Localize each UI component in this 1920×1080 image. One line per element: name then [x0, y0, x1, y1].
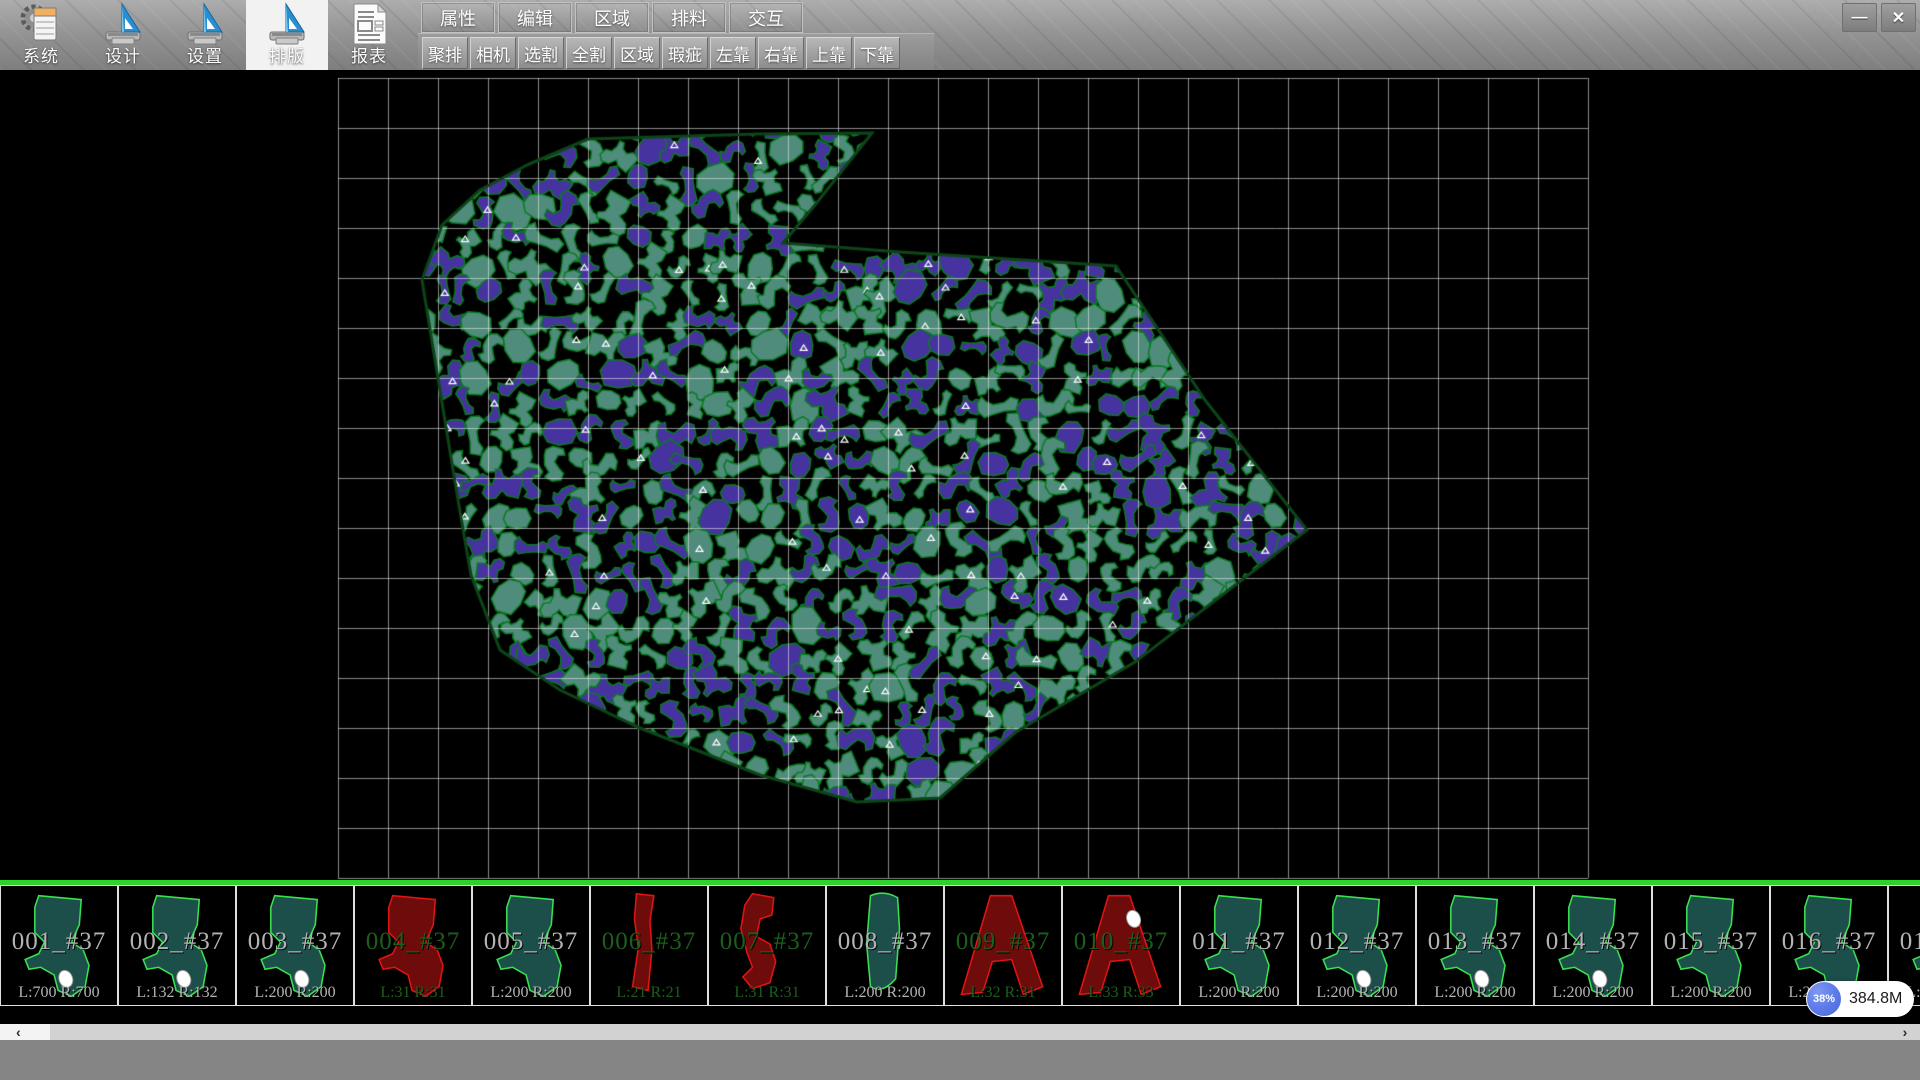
thumbnail-004[interactable]: 004_#37L:31 R:31 — [354, 885, 472, 1006]
piece-shape — [1653, 886, 1769, 1005]
module-label-nesting: 排版 — [269, 46, 305, 68]
thumbnail-list: 001_#37L:700 R:700002_#37L:132 R:132003_… — [0, 885, 1920, 1008]
thumbnail-015[interactable]: 015_#37L:200 R:200 — [1652, 885, 1770, 1006]
bottom-status-bar — [0, 1040, 1920, 1080]
piece-shape — [119, 886, 235, 1005]
module-nesting[interactable]: 排版 — [246, 0, 328, 70]
module-design[interactable]: 设计 — [82, 0, 164, 70]
tool-select-cut[interactable]: 选割 — [518, 37, 564, 69]
module-report[interactable]: 报表 — [328, 0, 410, 70]
menu-properties[interactable]: 属性 — [421, 2, 495, 33]
scroll-right-button[interactable]: › — [1892, 1024, 1918, 1040]
module-settings[interactable]: 设置 — [164, 0, 246, 70]
tool-cut-all[interactable]: 全割 — [566, 37, 612, 69]
menu-region[interactable]: 区域 — [575, 2, 649, 33]
menu-edit[interactable]: 编辑 — [498, 2, 572, 33]
thumbnail-008[interactable]: 008_#37L:200 R:200 — [826, 885, 944, 1006]
thumbnail-001[interactable]: 001_#37L:700 R:700 — [0, 885, 118, 1006]
module-system[interactable]: 系统 — [0, 0, 82, 70]
pieces-thumbnail-strip: 001_#37L:700 R:700002_#37L:132 R:132003_… — [0, 880, 1920, 1010]
thumbnail-009[interactable]: 009_#37L:32 R:31 — [944, 885, 1062, 1006]
menu-interact[interactable]: 交互 — [729, 2, 803, 33]
piece-shape — [709, 886, 825, 1005]
piece-shape — [1417, 886, 1533, 1005]
progress-circle: 38% — [1807, 982, 1841, 1016]
module-label-system: 系统 — [23, 46, 59, 68]
window-controls: — ✕ — [1842, 3, 1916, 32]
memory-status-widget[interactable]: 38% 384.8M — [1806, 981, 1914, 1017]
minimize-button[interactable]: — — [1842, 3, 1877, 32]
menu-bar: 属性编辑区域排料交互 — [421, 2, 803, 32]
tool-camera[interactable]: 相机 — [470, 37, 516, 69]
settings-ruler-icon — [182, 2, 228, 46]
memory-value: 384.8M — [1841, 990, 1914, 1008]
piece-shape — [945, 886, 1061, 1005]
tool-snap-left[interactable]: 左靠 — [710, 37, 756, 69]
tool-snap-right[interactable]: 右靠 — [758, 37, 804, 69]
module-label-report: 报表 — [351, 46, 387, 68]
piece-shape — [827, 886, 943, 1005]
module-label-settings: 设置 — [187, 46, 223, 68]
piece-shape — [1535, 886, 1651, 1005]
thumbnail-005[interactable]: 005_#37L:200 R:200 — [472, 885, 590, 1006]
piece-shape — [1063, 886, 1179, 1005]
piece-shape — [1181, 886, 1297, 1005]
module-label-design: 设计 — [105, 46, 141, 68]
menu-nest[interactable]: 排料 — [652, 2, 726, 33]
horizontal-scrollbar[interactable]: ‹ › — [0, 1024, 1920, 1040]
thumbnail-002[interactable]: 002_#37L:132 R:132 — [118, 885, 236, 1006]
thumbnail-010[interactable]: 010_#37L:33 R:33 — [1062, 885, 1180, 1006]
thumbnail-003[interactable]: 003_#37L:200 R:200 — [236, 885, 354, 1006]
scroll-left-button[interactable]: ‹ — [0, 1024, 50, 1040]
tool-snap-down[interactable]: 下靠 — [854, 37, 900, 69]
thumbnail-011[interactable]: 011_#37L:200 R:200 — [1180, 885, 1298, 1006]
module-bar: 系统 设计 设置 排版 报表 — [0, 0, 410, 70]
close-button[interactable]: ✕ — [1881, 3, 1916, 32]
tool-cluster-nest[interactable]: 聚排 — [422, 37, 468, 69]
report-doc-icon — [346, 2, 392, 46]
piece-shape — [355, 886, 471, 1005]
system-gear-icon — [18, 2, 64, 46]
thumbnail-014[interactable]: 014_#37L:200 R:200 — [1534, 885, 1652, 1006]
main-toolbar: 系统设计设置排版报表 属性编辑区域排料交互 聚排相机选割全割区域瑕疵左靠右靠上靠… — [0, 0, 1920, 71]
piece-shape — [237, 886, 353, 1005]
piece-shape — [473, 886, 589, 1005]
thumbnail-013[interactable]: 013_#37L:200 R:200 — [1416, 885, 1534, 1006]
thumbnail-006[interactable]: 006_#37L:21 R:21 — [590, 885, 708, 1006]
tool-bar: 聚排相机选割全割区域瑕疵左靠右靠上靠下靠 — [422, 37, 900, 69]
tools-strip: 聚排相机选割全割区域瑕疵左靠右靠上靠下靠 — [418, 33, 934, 71]
design-ruler-icon — [100, 2, 146, 46]
thumbnail-007[interactable]: 007_#37L:31 R:31 — [708, 885, 826, 1006]
nesting-ruler-icon — [264, 2, 310, 46]
piece-shape — [1, 886, 117, 1005]
tool-defect[interactable]: 瑕疵 — [662, 37, 708, 69]
piece-shape — [1299, 886, 1415, 1005]
piece-shape — [591, 886, 707, 1005]
nesting-canvas[interactable] — [0, 70, 1920, 880]
tool-snap-up[interactable]: 上靠 — [806, 37, 852, 69]
thumbnail-012[interactable]: 012_#37L:200 R:200 — [1298, 885, 1416, 1006]
tool-zone[interactable]: 区域 — [614, 37, 660, 69]
